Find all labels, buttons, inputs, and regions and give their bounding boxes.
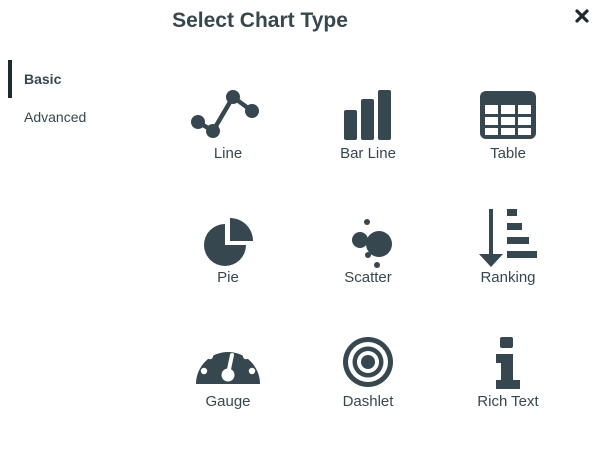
chart-type-label: Dashlet bbox=[342, 393, 394, 410]
chart-type-gauge[interactable]: Gauge bbox=[158, 328, 298, 452]
sidebar-item-label: Advanced bbox=[24, 109, 87, 125]
chart-type-label: Ranking bbox=[480, 269, 536, 286]
chart-type-scatter[interactable]: Scatter bbox=[298, 204, 438, 328]
chart-type-grid: Line Bar Line Table Pie Scatter Ranking … bbox=[158, 80, 578, 452]
category-sidebar: Basic Advanced bbox=[0, 60, 140, 136]
chart-type-pie[interactable]: Pie bbox=[158, 204, 298, 328]
sidebar-item-basic[interactable]: Basic bbox=[0, 60, 140, 98]
scatter-chart-icon bbox=[352, 219, 392, 268]
dashlet-icon bbox=[343, 337, 393, 387]
chart-type-rich-text[interactable]: Rich Text bbox=[438, 328, 578, 452]
chart-type-table[interactable]: Table bbox=[438, 80, 578, 204]
info-icon bbox=[496, 337, 520, 389]
sidebar-item-advanced[interactable]: Advanced bbox=[0, 98, 140, 136]
chart-type-label: Gauge bbox=[205, 393, 251, 410]
gauge-icon bbox=[196, 344, 260, 384]
chart-type-dashlet[interactable]: Dashlet bbox=[298, 328, 438, 452]
dialog-title: Select Chart Type bbox=[172, 9, 348, 32]
chart-type-ranking[interactable]: Ranking bbox=[438, 204, 578, 328]
chart-type-label: Pie bbox=[217, 269, 239, 286]
ranking-icon bbox=[479, 209, 537, 267]
close-icon bbox=[575, 9, 589, 23]
chart-type-label: Scatter bbox=[344, 269, 392, 286]
chart-type-label: Line bbox=[213, 145, 243, 162]
chart-type-label: Bar Line bbox=[340, 145, 396, 162]
chart-type-label: Table bbox=[490, 145, 526, 162]
chart-type-line[interactable]: Line bbox=[158, 80, 298, 204]
table-icon bbox=[480, 91, 536, 139]
pie-chart-icon bbox=[204, 218, 253, 266]
close-button[interactable] bbox=[572, 6, 592, 26]
select-chart-type-dialog: Select Chart Type Basic Advanced Line Ba… bbox=[0, 0, 595, 473]
bar-chart-icon bbox=[344, 90, 391, 140]
chart-type-label: Rich Text bbox=[477, 393, 539, 410]
line-chart-icon bbox=[191, 90, 259, 138]
chart-type-bar-line[interactable]: Bar Line bbox=[298, 80, 438, 204]
sidebar-item-label: Basic bbox=[24, 71, 62, 87]
